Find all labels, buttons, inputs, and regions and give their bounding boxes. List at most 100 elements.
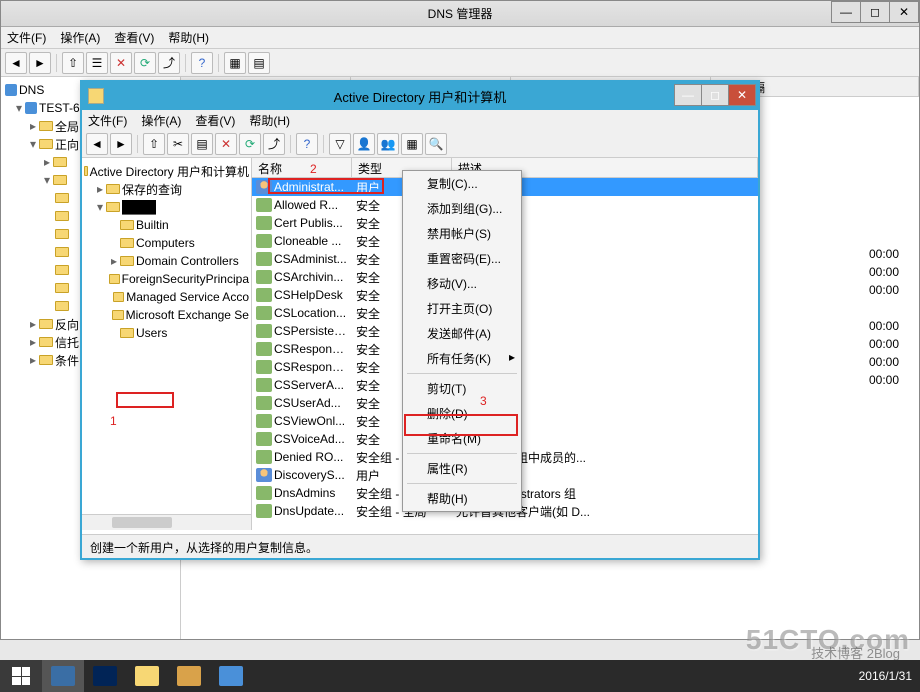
expander-icon[interactable]: ▸ xyxy=(27,119,39,133)
task-powershell[interactable] xyxy=(84,660,126,692)
refresh-icon[interactable]: ⟳ xyxy=(134,52,156,74)
back-icon[interactable]: ◄ xyxy=(5,52,27,74)
inner-menu-action[interactable]: 操作(A) xyxy=(141,112,181,129)
folder-icon xyxy=(55,301,69,311)
tree-item-foreignsecurityprincipa[interactable]: ForeignSecurityPrincipa xyxy=(84,270,249,288)
export-icon[interactable]: ⤴ xyxy=(263,133,285,155)
task-server-manager[interactable] xyxy=(42,660,84,692)
tree-domain[interactable]: ████ xyxy=(122,200,156,214)
new-user-icon[interactable]: 👤 xyxy=(353,133,375,155)
tree-item-builtin[interactable]: Builtin xyxy=(84,216,249,234)
new-ou-icon[interactable]: ▦ xyxy=(401,133,423,155)
properties-icon[interactable]: ☰ xyxy=(86,52,108,74)
group-icon xyxy=(256,504,272,518)
group-icon xyxy=(256,396,272,410)
inner-menu-view[interactable]: 查看(V) xyxy=(195,112,235,129)
context-menu-item[interactable]: 属性(R) xyxy=(403,456,521,481)
tree-item[interactable]: 反向 xyxy=(55,316,79,333)
cut-icon[interactable]: ✂ xyxy=(167,133,189,155)
expander-icon[interactable]: ▾ xyxy=(27,137,39,151)
up-icon[interactable]: ⇧ xyxy=(143,133,165,155)
refresh-icon[interactable]: ⟳ xyxy=(239,133,261,155)
inner-toolbar: ◄ ► ⇧ ✂ ▤ ✕ ⟳ ⤴ ? ▽ 👤 👥 ▦ 🔍 xyxy=(82,130,758,158)
tree-saved-queries[interactable]: 保存的查询 xyxy=(122,181,182,198)
context-menu-item[interactable]: 禁用帐户(S) xyxy=(403,221,521,246)
delete-icon[interactable]: ✕ xyxy=(215,133,237,155)
tree-item-managed-service-acco[interactable]: Managed Service Acco xyxy=(84,288,249,306)
menu-help[interactable]: 帮助(H) xyxy=(168,29,209,46)
expander-icon[interactable]: ▾ xyxy=(94,200,106,214)
context-menu-item[interactable]: 所有任务(K) xyxy=(403,346,521,371)
taskbar-clock[interactable]: 2016/1/31 xyxy=(859,669,920,683)
outer-close-button[interactable]: ✕ xyxy=(889,1,919,23)
tree-item[interactable]: 正向 xyxy=(55,136,79,153)
expander-icon[interactable]: ▸ xyxy=(94,182,106,196)
expander-icon[interactable]: ▸ xyxy=(41,155,53,169)
tree-dns-root[interactable]: DNS xyxy=(19,83,44,97)
forward-icon[interactable]: ► xyxy=(110,133,132,155)
forward-icon[interactable]: ► xyxy=(29,52,51,74)
start-button[interactable] xyxy=(0,660,42,692)
expander-icon[interactable]: ▸ xyxy=(27,335,39,349)
tree-item[interactable]: 条件 xyxy=(55,352,79,369)
context-menu-item[interactable]: 重命名(M) xyxy=(403,426,521,451)
col-name[interactable]: 名称 xyxy=(252,158,352,177)
context-menu-item[interactable]: 添加到组(G)... xyxy=(403,196,521,221)
context-menu-item[interactable]: 发送邮件(A) xyxy=(403,321,521,346)
expander-icon[interactable]: ▾ xyxy=(13,101,25,115)
help-icon[interactable]: ? xyxy=(296,133,318,155)
expander-icon[interactable]: ▸ xyxy=(108,254,120,268)
context-menu-item[interactable]: 删除(D) xyxy=(403,401,521,426)
inner-maximize-button[interactable]: ◻ xyxy=(701,84,729,106)
tree-item-microsoft-exchange-se[interactable]: Microsoft Exchange Se xyxy=(84,306,249,324)
context-menu-item[interactable]: 移动(V)... xyxy=(403,271,521,296)
tree-test[interactable]: TEST-6 xyxy=(39,101,80,115)
find-icon[interactable]: 🔍 xyxy=(425,133,447,155)
delete-icon[interactable]: ✕ xyxy=(110,52,132,74)
aduc-root-icon xyxy=(84,166,88,176)
filter-icon[interactable]: ▦ xyxy=(224,52,246,74)
context-menu-item[interactable]: 剪切(T) xyxy=(403,376,521,401)
expander-icon[interactable]: ▸ xyxy=(27,353,39,367)
inner-menu-help[interactable]: 帮助(H) xyxy=(249,112,290,129)
horizontal-scrollbar[interactable] xyxy=(82,514,251,530)
tree-item-computers[interactable]: Computers xyxy=(84,234,249,252)
menu-file[interactable]: 文件(F) xyxy=(7,29,46,46)
user-icon xyxy=(256,468,272,482)
menu-view[interactable]: 查看(V) xyxy=(114,29,154,46)
inner-close-button[interactable]: ✕ xyxy=(728,84,756,106)
help-icon[interactable]: ? xyxy=(191,52,213,74)
annotation-2: 2 xyxy=(310,162,317,176)
tree-item[interactable]: 信托 xyxy=(55,334,79,351)
tree-item-users[interactable]: Users xyxy=(84,324,249,342)
context-menu-item[interactable]: 重置密码(E)... xyxy=(403,246,521,271)
context-menu-item[interactable]: 复制(C)... xyxy=(403,171,521,196)
export-icon[interactable]: ⤴ xyxy=(158,52,180,74)
expander-icon[interactable]: ▾ xyxy=(41,173,53,187)
properties-icon[interactable]: ▤ xyxy=(191,133,213,155)
outer-minimize-button[interactable]: — xyxy=(831,1,861,23)
menu-action[interactable]: 操作(A) xyxy=(60,29,100,46)
inner-menubar: 文件(F) 操作(A) 查看(V) 帮助(H) xyxy=(82,110,758,130)
inner-menu-file[interactable]: 文件(F) xyxy=(88,112,127,129)
task-app[interactable] xyxy=(210,660,252,692)
find-icon[interactable]: ▤ xyxy=(248,52,270,74)
group-icon xyxy=(256,414,272,428)
up-icon[interactable]: ⇧ xyxy=(62,52,84,74)
context-menu-item[interactable]: 打开主页(O) xyxy=(403,296,521,321)
group-icon xyxy=(256,270,272,284)
tree-aduc-root[interactable]: Active Directory 用户和计算机 xyxy=(90,163,249,180)
new-group-icon[interactable]: 👥 xyxy=(377,133,399,155)
taskbar: 2016/1/31 xyxy=(0,660,920,692)
tree-item-domain-controllers[interactable]: ▸Domain Controllers xyxy=(84,252,249,270)
filter-icon[interactable]: ▽ xyxy=(329,133,351,155)
task-app[interactable] xyxy=(168,660,210,692)
task-explorer[interactable] xyxy=(126,660,168,692)
inner-minimize-button[interactable]: — xyxy=(674,84,702,106)
back-icon[interactable]: ◄ xyxy=(86,133,108,155)
expander-icon[interactable]: ▸ xyxy=(27,317,39,331)
context-menu-item[interactable]: 帮助(H) xyxy=(403,486,521,511)
outer-maximize-button[interactable]: ◻ xyxy=(860,1,890,23)
tree-item[interactable]: 全局 xyxy=(55,118,79,135)
inner-tree[interactable]: Active Directory 用户和计算机 ▸ 保存的查询 ▾ ████ Bui… xyxy=(82,158,252,530)
